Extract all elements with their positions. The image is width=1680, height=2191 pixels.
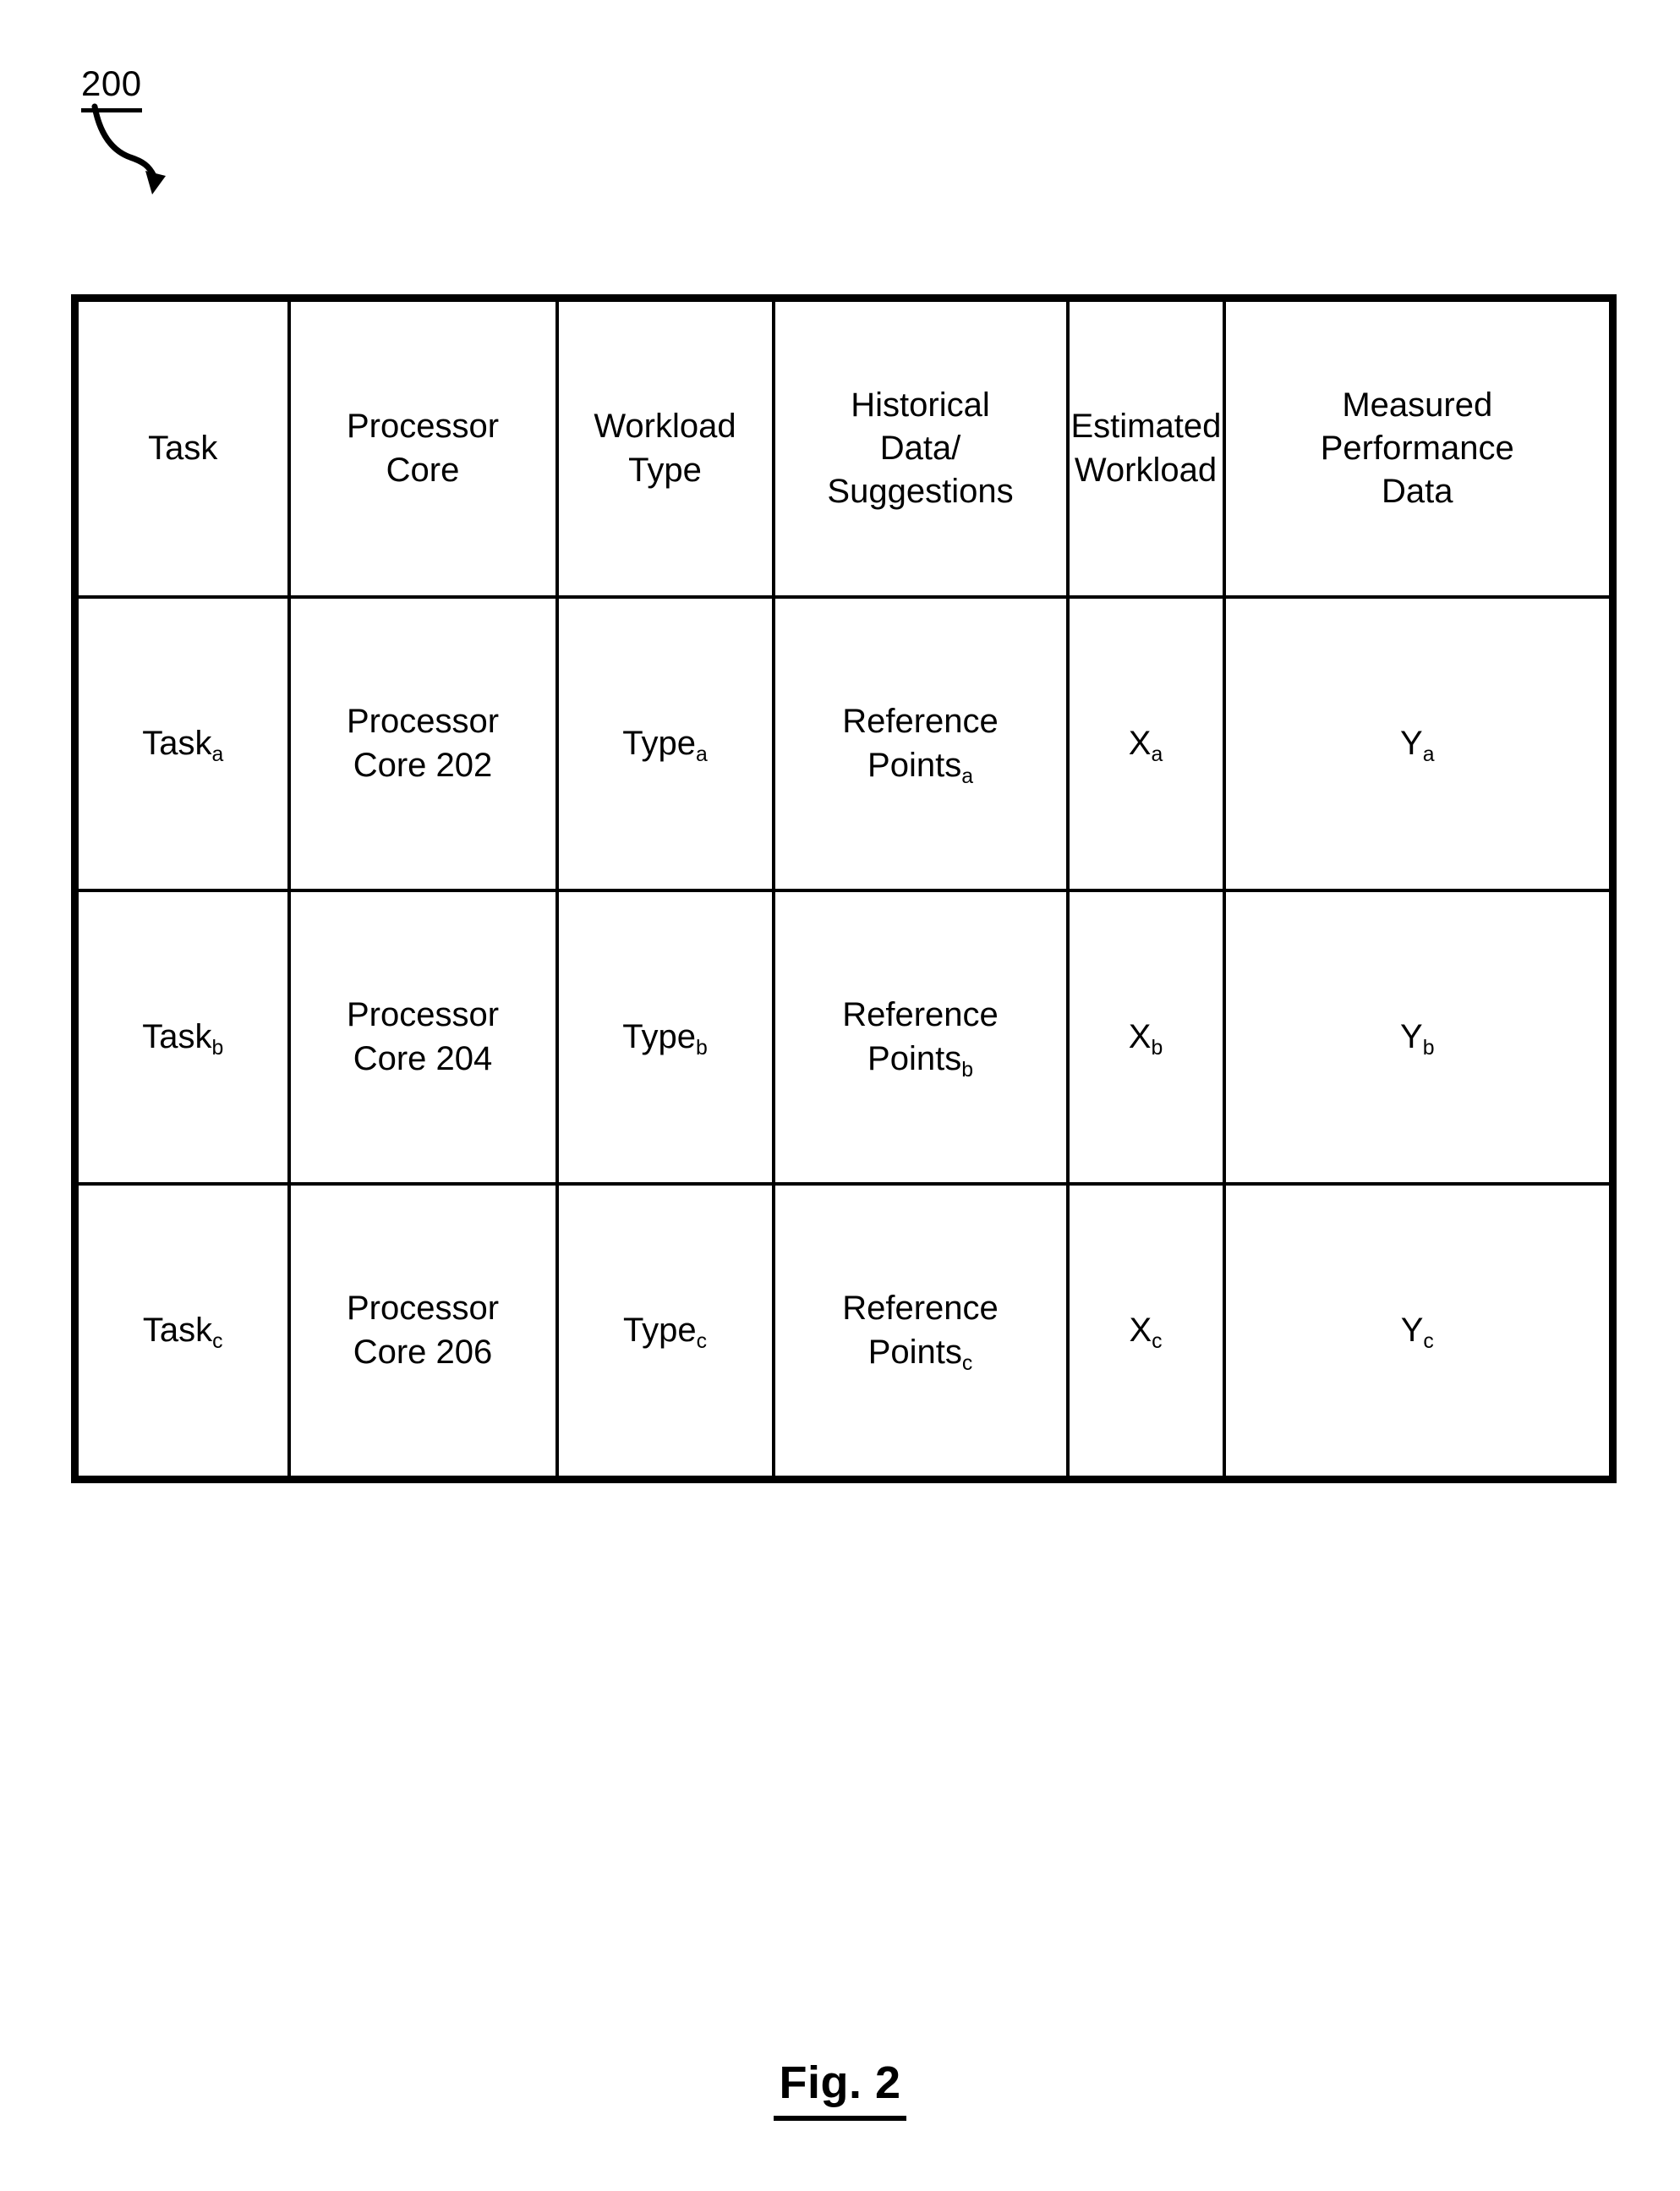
curved-arrow-icon [91, 103, 166, 194]
cell-measured-performance: Yc [1222, 1182, 1615, 1482]
header-meas-line3: Data [1382, 473, 1453, 511]
header-cell-estimated-workload: Estimated Workload [1065, 296, 1226, 599]
hist-subscript: a [961, 764, 973, 788]
type-subscript: c [696, 1330, 708, 1354]
cell-workload-type: Typeb [555, 889, 775, 1186]
hist-line1: Reference [842, 1290, 999, 1328]
cell-processor-core: Processor Core 204 [287, 889, 559, 1186]
header-core-line2: Core [386, 451, 460, 489]
hist-line2-base: Points [867, 1333, 962, 1371]
cell-historical-data: Reference Pointsb [771, 889, 1070, 1186]
task-base: Task [142, 1017, 212, 1055]
header-task-label: Task [148, 429, 218, 467]
task-base: Task [142, 724, 212, 762]
header-type-line1: Workload [594, 408, 736, 446]
meas-base: Y [1400, 1311, 1424, 1349]
header-est-line1: Estimated [1070, 408, 1222, 446]
hist-line1: Reference [842, 703, 999, 741]
cell-task: Taska [73, 595, 291, 892]
figure-reference-callout: 200 [71, 34, 325, 194]
header-meas-line1: Measured [1342, 386, 1493, 424]
meas-subscript: c [1423, 1330, 1434, 1354]
est-base: X [1128, 1017, 1152, 1055]
table-row: Taska Processor Core 202 Typea Reference… [73, 595, 1615, 892]
hist-line2-base: Points [867, 1039, 962, 1077]
cell-estimated-workload: Xc [1065, 1182, 1226, 1482]
est-base: X [1128, 724, 1152, 762]
task-base: Task [142, 1311, 213, 1349]
table-row: Taskb Processor Core 204 Typeb Reference… [73, 889, 1615, 1186]
header-meas-line2: Performance [1320, 429, 1514, 467]
table-row: Taskc Processor Core 206 Typec Reference… [73, 1182, 1615, 1482]
est-subscript: b [1151, 1037, 1163, 1060]
type-base: Type [622, 1017, 696, 1055]
type-base: Type [622, 1311, 697, 1349]
est-subscript: c [1152, 1330, 1163, 1354]
meas-subscript: a [1422, 743, 1435, 767]
core-line2: Core 204 [353, 1039, 493, 1077]
task-subscript: c [212, 1330, 223, 1354]
core-line1: Processor [346, 703, 500, 741]
meas-subscript: b [1422, 1037, 1435, 1060]
workload-scheduling-table: Task Processor Core Workload Type Histor… [71, 294, 1617, 1483]
hist-line1: Reference [842, 996, 999, 1034]
header-cell-processor-core: Processor Core [287, 296, 559, 599]
core-line2: Core 202 [353, 746, 493, 784]
meas-base: Y [1400, 724, 1423, 762]
cell-processor-core: Processor Core 206 [287, 1182, 559, 1482]
table-header-row: Task Processor Core Workload Type Histor… [73, 296, 1615, 599]
core-line1: Processor [346, 1290, 500, 1328]
cell-historical-data: Reference Pointsc [771, 1182, 1070, 1482]
type-subscript: b [695, 1037, 708, 1060]
cell-task: Taskb [73, 889, 291, 1186]
cell-estimated-workload: Xb [1065, 889, 1226, 1186]
task-subscript: a [211, 743, 224, 767]
meas-base: Y [1400, 1017, 1423, 1055]
task-subscript: b [211, 1037, 224, 1060]
header-core-line1: Processor [346, 408, 500, 446]
cell-workload-type: Typec [555, 1182, 775, 1482]
cell-task: Taskc [73, 1182, 291, 1482]
hist-line2-base: Points [867, 746, 962, 784]
type-subscript: a [695, 743, 708, 767]
hist-subscript: b [961, 1058, 973, 1082]
cell-workload-type: Typea [555, 595, 775, 892]
figure-caption: Fig. 2 [0, 2057, 1680, 2121]
est-subscript: a [1151, 743, 1163, 767]
core-line2: Core 206 [353, 1333, 493, 1371]
header-cell-task: Task [73, 296, 291, 599]
header-hist-line3: Suggestions [827, 473, 1014, 511]
header-hist-line1: Historical [851, 386, 990, 424]
cell-estimated-workload: Xa [1065, 595, 1226, 892]
core-line1: Processor [346, 996, 500, 1034]
est-base: X [1129, 1311, 1152, 1349]
header-cell-historical-data-suggestions: Historical Data/ Suggestions [771, 296, 1070, 599]
hist-subscript: c [961, 1351, 973, 1375]
figure-caption-text: Fig. 2 [774, 2057, 906, 2121]
header-cell-measured-performance-data: Measured Performance Data [1222, 296, 1615, 599]
cell-processor-core: Processor Core 202 [287, 595, 559, 892]
cell-measured-performance: Ya [1222, 595, 1615, 892]
header-cell-workload-type: Workload Type [555, 296, 775, 599]
cell-measured-performance: Yb [1222, 889, 1615, 1186]
header-est-line2: Workload [1074, 451, 1218, 489]
type-base: Type [622, 724, 696, 762]
cell-historical-data: Reference Pointsa [771, 595, 1070, 892]
header-hist-line2: Data/ [879, 429, 961, 467]
header-type-line2: Type [628, 451, 702, 489]
